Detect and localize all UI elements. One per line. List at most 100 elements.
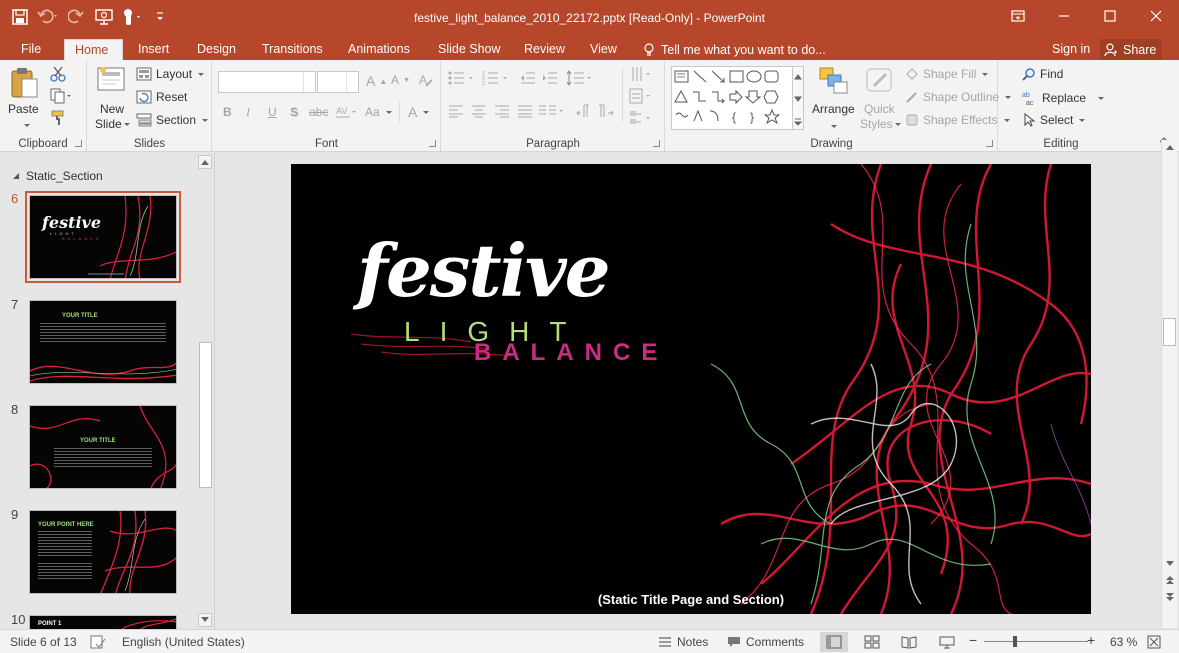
quick-styles-icon[interactable] — [864, 66, 896, 96]
select-button[interactable]: Select — [1022, 113, 1086, 127]
change-case-button[interactable]: Aa — [365, 105, 392, 119]
tab-design[interactable]: Design — [187, 39, 246, 60]
reset-button[interactable]: Reset — [136, 90, 187, 104]
tab-animations[interactable]: Animations — [338, 39, 420, 60]
arrange-button[interactable]: Arrange — [812, 102, 855, 116]
font-color-button[interactable]: A — [408, 104, 430, 120]
minimize-icon[interactable] — [1041, 0, 1087, 32]
rtl-icon[interactable] — [576, 104, 592, 118]
strikethrough-button[interactable]: abc — [309, 105, 328, 119]
current-slide[interactable]: festive LIGHT BALANCE (Static Title Page… — [291, 164, 1091, 614]
scroll-down-icon[interactable] — [198, 613, 212, 627]
format-painter-icon[interactable] — [50, 110, 66, 126]
zoom-level[interactable]: 63 % — [1110, 635, 1137, 649]
quick-styles-button[interactable]: Styles — [860, 117, 901, 131]
notes-button[interactable]: Notes — [658, 635, 708, 649]
slide-sorter-icon[interactable] — [858, 632, 886, 652]
bold-button[interactable]: B — [223, 105, 232, 119]
shape-effects-button[interactable]: Shape Effects — [905, 113, 1010, 127]
tab-file[interactable]: File — [11, 39, 51, 60]
ribbon-display-icon[interactable] — [995, 0, 1041, 32]
drawing-launcher[interactable] — [986, 140, 993, 147]
grow-font-button[interactable]: A ▲ — [366, 73, 387, 89]
font-size-combo[interactable] — [317, 71, 359, 93]
paste-icon[interactable] — [9, 66, 39, 100]
ltr-icon[interactable] — [598, 104, 614, 118]
increase-indent-icon[interactable] — [542, 70, 558, 86]
text-direction-icon[interactable] — [629, 66, 653, 82]
bullets-icon[interactable] — [448, 70, 476, 86]
align-right-icon[interactable] — [494, 104, 510, 118]
shape-fill-button[interactable]: Shape Fill — [905, 67, 989, 81]
new-slide-button[interactable]: Slide — [95, 117, 130, 131]
arrange-icon[interactable] — [818, 66, 850, 96]
tab-review[interactable]: Review — [514, 39, 575, 60]
align-left-icon[interactable] — [448, 104, 464, 118]
underline-button[interactable]: U — [268, 105, 277, 119]
char-spacing-icon[interactable]: AV — [335, 105, 357, 119]
cut-icon[interactable] — [50, 66, 66, 82]
language-indicator[interactable]: English (United States) — [122, 635, 245, 649]
italic-button[interactable]: I — [246, 105, 250, 120]
shadow-button[interactable]: S — [290, 105, 298, 119]
zoom-slider-thumb[interactable] — [1012, 636, 1017, 647]
next-slide-icon[interactable] — [1163, 590, 1177, 604]
fit-to-window-icon[interactable] — [1147, 635, 1161, 649]
scroll-up-icon[interactable] — [198, 155, 212, 169]
align-center-icon[interactable] — [471, 104, 487, 118]
replace-button[interactable]: ab ac Replace — [1022, 90, 1105, 106]
justify-icon[interactable] — [517, 104, 533, 118]
zoom-out-icon[interactable]: − — [969, 632, 977, 648]
quick-styles-label-1[interactable]: Quick — [864, 102, 895, 116]
tab-view[interactable]: View — [580, 39, 627, 60]
slide-thumbnail-9[interactable]: YOUR POINT HERE — [29, 510, 177, 594]
zoom-in-icon[interactable]: + — [1087, 632, 1095, 648]
editor-scroll-up-icon[interactable] — [1163, 140, 1177, 154]
section-header[interactable]: Static_Section — [12, 169, 103, 183]
close-icon[interactable] — [1133, 0, 1179, 32]
columns-icon[interactable] — [538, 104, 566, 118]
clipboard-launcher[interactable] — [75, 140, 82, 147]
tab-insert[interactable]: Insert — [128, 39, 179, 60]
slide-thumbnail-10[interactable]: POINT 1 — [29, 615, 177, 629]
previous-slide-icon[interactable] — [1163, 573, 1177, 587]
tab-transitions[interactable]: Transitions — [252, 39, 333, 60]
slides-pane-scroll-thumb[interactable] — [199, 342, 212, 488]
tab-slide-show[interactable]: Slide Show — [428, 39, 511, 60]
slideshow-view-icon[interactable] — [933, 632, 961, 652]
paste-button[interactable]: Paste — [8, 102, 39, 116]
sign-in-link[interactable]: Sign in — [1052, 39, 1090, 60]
slide-thumbnail-6[interactable]: festive LIGHT BALANCE — [25, 191, 181, 283]
slides-pane-scrollbar[interactable] — [198, 155, 213, 627]
shapes-gallery[interactable]: { } — [671, 66, 793, 130]
normal-view-icon[interactable] — [820, 632, 848, 652]
font-launcher[interactable] — [429, 140, 436, 147]
numbering-icon[interactable]: 123 — [482, 70, 510, 86]
section-button[interactable]: Section — [136, 113, 209, 127]
spell-check-icon[interactable] — [90, 635, 106, 649]
editor-scroll-down-icon[interactable] — [1163, 557, 1177, 571]
find-button[interactable]: Find — [1022, 67, 1063, 81]
clear-formatting-icon[interactable]: A — [418, 72, 434, 88]
zoom-slider-track[interactable] — [984, 641, 1088, 642]
paragraph-launcher[interactable] — [653, 140, 660, 147]
tell-me-box[interactable]: Tell me what you want to do... — [643, 39, 826, 60]
new-slide-icon[interactable] — [96, 66, 128, 96]
layout-button[interactable]: Layout — [136, 67, 205, 81]
shrink-font-button[interactable]: A ▼ — [391, 73, 410, 87]
comments-button[interactable]: Comments — [727, 635, 804, 649]
shapes-gallery-scroll[interactable] — [792, 66, 804, 130]
line-spacing-icon[interactable] — [566, 70, 594, 86]
tab-home[interactable]: Home — [64, 39, 123, 60]
copy-icon[interactable] — [50, 88, 72, 104]
reading-view-icon[interactable] — [895, 632, 923, 652]
maximize-icon[interactable] — [1087, 0, 1133, 32]
new-slide-label-1[interactable]: New — [100, 102, 124, 116]
smartart-icon[interactable] — [629, 110, 653, 126]
shape-outline-button[interactable]: Shape Outline — [905, 90, 1012, 104]
share-button[interactable]: Share — [1100, 39, 1162, 60]
editor-scroll-thumb[interactable] — [1163, 318, 1176, 346]
editor-scrollbar[interactable] — [1161, 140, 1177, 628]
slide-thumbnail-7[interactable]: YOUR TITLE — [29, 300, 177, 384]
slide-thumbnail-8[interactable]: YOUR TITLE — [29, 405, 177, 489]
